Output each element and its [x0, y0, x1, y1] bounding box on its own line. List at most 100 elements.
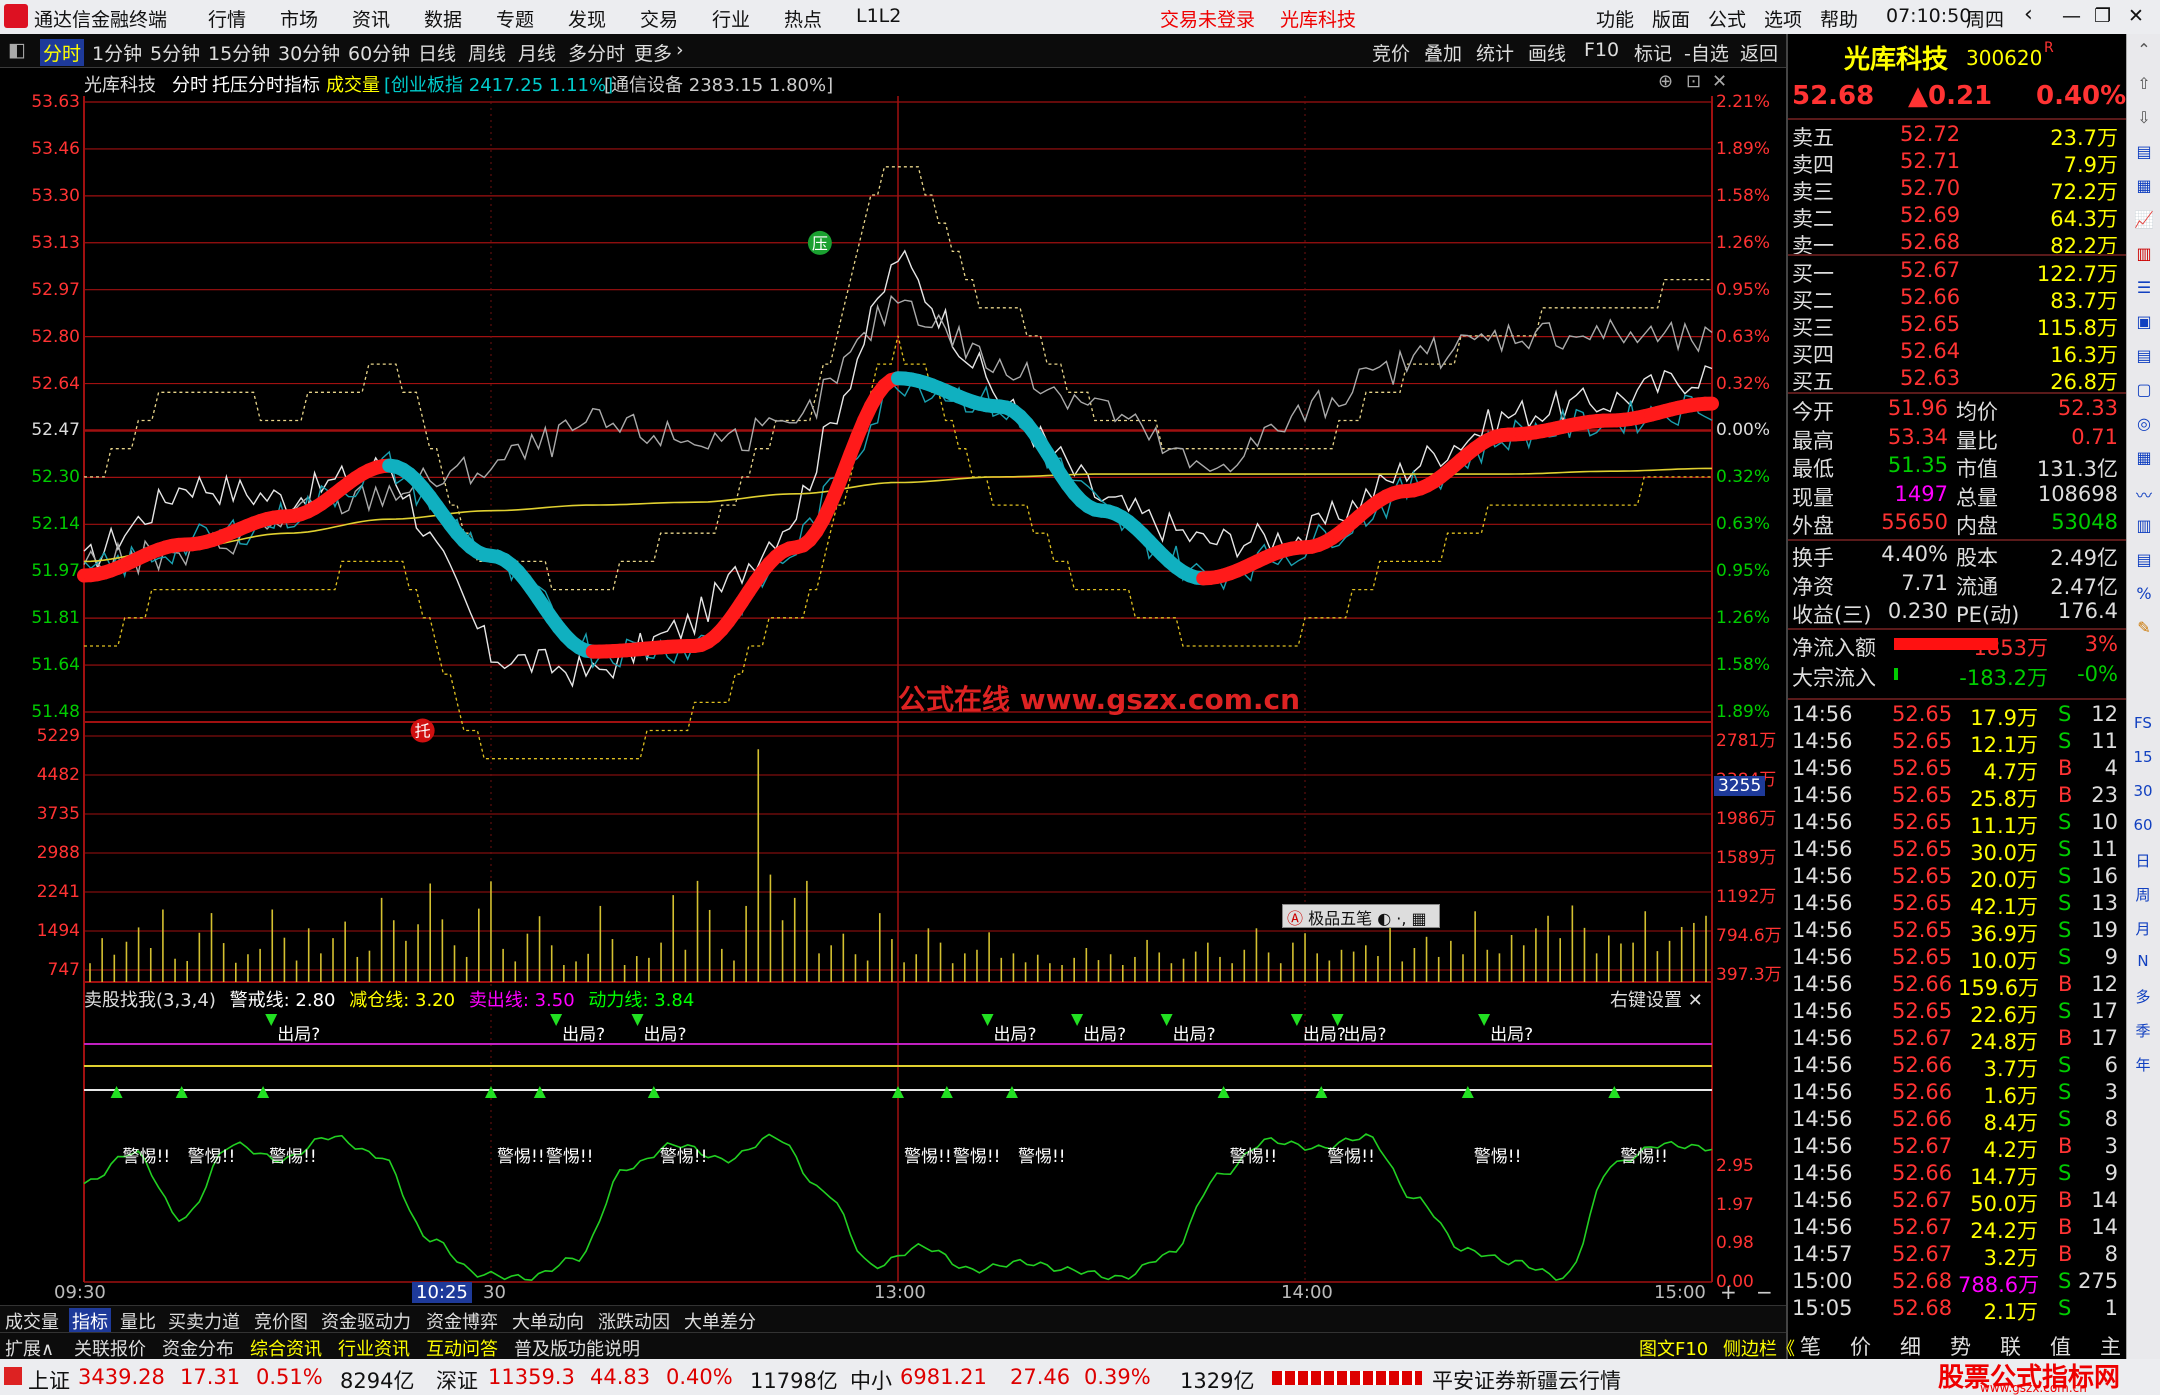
sidebar-f10-icon[interactable]: ▢	[2131, 380, 2157, 399]
indicator-tab[interactable]: 竞价图	[251, 1308, 311, 1334]
sidebar-grid-icon[interactable]: ▦	[2131, 176, 2157, 195]
sh-name[interactable]: 上证	[28, 1365, 70, 1395]
menu-data[interactable]: 数据	[424, 5, 462, 32]
menu-help[interactable]: 帮助	[1820, 5, 1858, 32]
tab-60min[interactable]: 60分钟	[348, 39, 410, 66]
indicator-settings[interactable]: 右键设置 ✕	[1610, 986, 1703, 1012]
sidebar-wave-icon[interactable]: 〰	[2131, 482, 2157, 506]
sidebar-timeframe[interactable]: N	[2129, 952, 2157, 970]
sidebar-fund-icon[interactable]: ▣	[2131, 312, 2157, 331]
panel-tab[interactable]: 值	[2050, 1331, 2071, 1361]
login-status[interactable]: 交易未登录	[1160, 5, 1255, 32]
sidebar-chart-icon[interactable]: ▤	[2131, 142, 2157, 161]
indicator-tab[interactable]: 成交量	[2, 1308, 62, 1334]
tool-overlay[interactable]: 叠加	[1424, 39, 1462, 66]
menu-market[interactable]: 市场	[280, 5, 318, 32]
sidebar-down-icon[interactable]: ⇩	[2131, 108, 2157, 127]
tab-multi-intraday[interactable]: 多分时	[568, 39, 625, 66]
sidebar-bars-icon[interactable]: ▥	[2131, 516, 2157, 535]
sidebar-pct-icon[interactable]: %	[2131, 584, 2157, 603]
tab-intraday[interactable]: 分时	[40, 39, 85, 66]
indicator-tab[interactable]: 买卖力道	[165, 1308, 243, 1334]
sidebar-list-icon[interactable]: ☰	[2131, 278, 2157, 297]
chart-close-icon[interactable]: ✕	[1712, 71, 1727, 92]
info-tab[interactable]: 扩展∧	[2, 1335, 57, 1361]
restore-icon[interactable]: ❐	[2094, 5, 2111, 27]
tool-watchlist[interactable]: -自选	[1684, 39, 1729, 66]
menu-l1l2[interactable]: L1L2	[856, 5, 901, 27]
sidebar-timeframe[interactable]: 30	[2129, 782, 2157, 800]
menu-topic[interactable]: 专题	[496, 5, 534, 32]
indicator-tab[interactable]: 资金驱动力	[318, 1308, 414, 1334]
close-icon[interactable]: ✕	[2128, 5, 2144, 27]
info-tab[interactable]: 行业资讯	[335, 1335, 413, 1361]
tab-5min[interactable]: 5分钟	[150, 39, 200, 66]
info-tab[interactable]: 资金分布	[159, 1335, 237, 1361]
menu-news[interactable]: 资讯	[352, 5, 390, 32]
panel-toggle-icon[interactable]: ◧	[8, 39, 26, 61]
indicator-tab[interactable]: 指标	[69, 1308, 111, 1334]
sidebar-line-icon[interactable]: 📈	[2131, 210, 2157, 229]
sidebar-timeframe[interactable]: 季	[2129, 1020, 2157, 1041]
menu-formula[interactable]: 公式	[1708, 5, 1746, 32]
tab-daily[interactable]: 日线	[418, 39, 456, 66]
tab-30min[interactable]: 30分钟	[278, 39, 340, 66]
sz-name[interactable]: 深证	[436, 1365, 478, 1395]
indicator-tab[interactable]: 资金博弈	[423, 1308, 501, 1334]
zx-name[interactable]: 中小	[850, 1365, 892, 1395]
tool-auction[interactable]: 竞价	[1372, 39, 1410, 66]
tool-f10[interactable]: F10	[1584, 39, 1619, 61]
sidebar-timeframe[interactable]: 年	[2129, 1054, 2157, 1075]
sidebar-pen-icon[interactable]: ✎	[2131, 618, 2157, 637]
panel-tab[interactable]: 价	[1850, 1331, 1871, 1361]
back-icon[interactable]: ‹	[2024, 2, 2033, 27]
info-tab[interactable]: 互动问答	[423, 1335, 501, 1361]
sidebar-up2-icon[interactable]: ⇧	[2131, 74, 2157, 93]
sidebar-table-icon[interactable]: ▦	[2131, 448, 2157, 467]
panel-tab[interactable]: 细	[1900, 1331, 1921, 1361]
info-tab[interactable]: 综合资讯	[247, 1335, 325, 1361]
panel-tab[interactable]: 侧边栏《	[1720, 1335, 1798, 1361]
sidebar-timeframe[interactable]: 日	[2129, 850, 2157, 871]
indicator-tab[interactable]: 大单动向	[509, 1308, 587, 1334]
tab-1min[interactable]: 1分钟	[92, 39, 142, 66]
tab-15min[interactable]: 15分钟	[208, 39, 270, 66]
intraday-chart[interactable]: 出局? 出局? 出局? 出局? 出局? 出局? 出局?出局? 出局?警惕!! 警惕!! 警惕!! 警…	[0, 96, 1786, 1306]
menu-trade[interactable]: 交易	[640, 5, 678, 32]
tool-back[interactable]: 返回	[1740, 39, 1778, 66]
chart-settings-icon[interactable]: ⊕	[1658, 71, 1673, 92]
menu-discover[interactable]: 发现	[568, 5, 606, 32]
sidebar-timeframe[interactable]: 60	[2129, 816, 2157, 834]
panel-tab[interactable]: 笔	[1800, 1331, 1821, 1361]
tool-mark[interactable]: 标记	[1634, 39, 1672, 66]
menu-layout[interactable]: 版面	[1652, 5, 1690, 32]
sidebar-kline-icon[interactable]: ▥	[2131, 244, 2157, 263]
sidebar-timeframe[interactable]: FS	[2129, 714, 2157, 732]
minimize-icon[interactable]: —	[2062, 5, 2081, 27]
sidebar-timeframe[interactable]: 周	[2129, 884, 2157, 905]
more-chevron-icon[interactable]: ›	[676, 39, 684, 61]
tab-weekly[interactable]: 周线	[468, 39, 506, 66]
chart-zoom-icon[interactable]: ⊡	[1686, 71, 1701, 92]
tool-stats[interactable]: 统计	[1476, 39, 1514, 66]
tab-monthly[interactable]: 月线	[518, 39, 556, 66]
menu-quotes[interactable]: 行情	[208, 5, 246, 32]
sidebar-circle-icon[interactable]: ◎	[2131, 414, 2157, 433]
indicator-tab[interactable]: 大单差分	[681, 1308, 759, 1334]
ime-widget[interactable]: Ⓐ 极品五笔 ◐ ·, ▦	[1282, 904, 1440, 928]
info-tab[interactable]: 普及版功能说明	[511, 1335, 643, 1361]
panel-tab[interactable]: 势	[1950, 1331, 1971, 1361]
sidebar-timeframe[interactable]: 15	[2129, 748, 2157, 766]
menu-function[interactable]: 功能	[1596, 5, 1634, 32]
menu-hot[interactable]: 热点	[784, 5, 822, 32]
tab-more[interactable]: 更多	[634, 39, 672, 66]
sidebar-up-icon[interactable]: ⌃	[2131, 40, 2157, 59]
sidebar-timeframe[interactable]: 多	[2129, 986, 2157, 1007]
info-tab[interactable]: 关联报价	[71, 1335, 149, 1361]
panel-tab[interactable]: 主	[2100, 1331, 2121, 1361]
menu-industry[interactable]: 行业	[712, 5, 750, 32]
sidebar-board-icon[interactable]: ▤	[2131, 550, 2157, 569]
tool-draw[interactable]: 画线	[1528, 39, 1566, 66]
sidebar-timeframe[interactable]: 月	[2129, 918, 2157, 939]
menu-options[interactable]: 选项	[1764, 5, 1802, 32]
